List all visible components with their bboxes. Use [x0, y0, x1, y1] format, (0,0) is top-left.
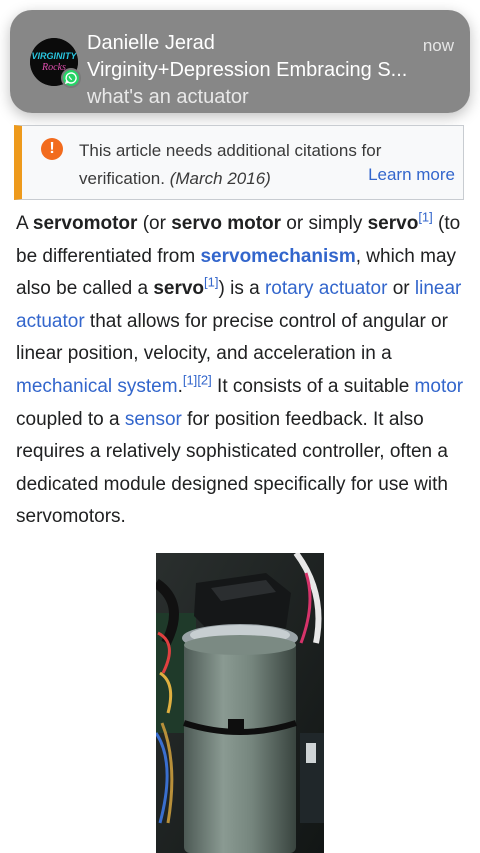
notification-group-name: Virginity+Depression Embracing S... [87, 59, 408, 81]
notice-date: (March 2016) [169, 169, 271, 188]
notification-sender: Danielle Jerad [87, 32, 215, 54]
rotary-actuator-link[interactable]: rotary actuator [265, 278, 388, 299]
mechanical-system-link[interactable]: mechanical system [16, 376, 178, 397]
citation-notice: ! This article needs additional citation… [14, 125, 464, 200]
reference-link[interactable]: [1] [204, 275, 218, 290]
exclamation-icon: ! [41, 138, 63, 160]
notice-text: This article needs additional citations … [79, 137, 409, 193]
reference-link[interactable]: [2] [197, 373, 211, 388]
message-notification[interactable]: VIRGINITY Rocks Danielle Jerad now Virgi… [10, 10, 470, 113]
text-run: or simply [281, 213, 368, 234]
motor-link[interactable]: motor [415, 376, 464, 397]
text-run: (or [137, 213, 172, 234]
term-servo: servo [153, 278, 205, 300]
servomechanism-link[interactable]: servomechanism [200, 246, 355, 267]
term-servo: servo [367, 213, 419, 234]
text-run: ) is a [218, 278, 265, 300]
reference-link[interactable]: [1] [183, 373, 197, 388]
notification-time: now [422, 36, 454, 55]
text-run: It consists of a suitable [211, 375, 415, 397]
svg-text:VIRGINITY: VIRGINITY [31, 51, 77, 61]
text-run: or [387, 278, 415, 300]
group-avatar: VIRGINITY Rocks [30, 38, 81, 88]
whatsapp-icon [61, 68, 81, 88]
text-run: coupled to a [16, 408, 125, 430]
learn-more-link[interactable]: Learn more [368, 165, 455, 185]
sensor-link[interactable]: sensor [125, 409, 182, 430]
notification-message: what's an actuator [87, 86, 249, 108]
servomotor-photo[interactable] [156, 553, 324, 853]
text-run: A [16, 213, 33, 234]
term-servo-motor: servo motor [171, 213, 282, 234]
article-paragraph: A servomotor (or servo motor or simply s… [16, 208, 468, 534]
reference-link[interactable]: [1] [418, 210, 432, 225]
term-servomotor: servomotor [32, 213, 138, 234]
